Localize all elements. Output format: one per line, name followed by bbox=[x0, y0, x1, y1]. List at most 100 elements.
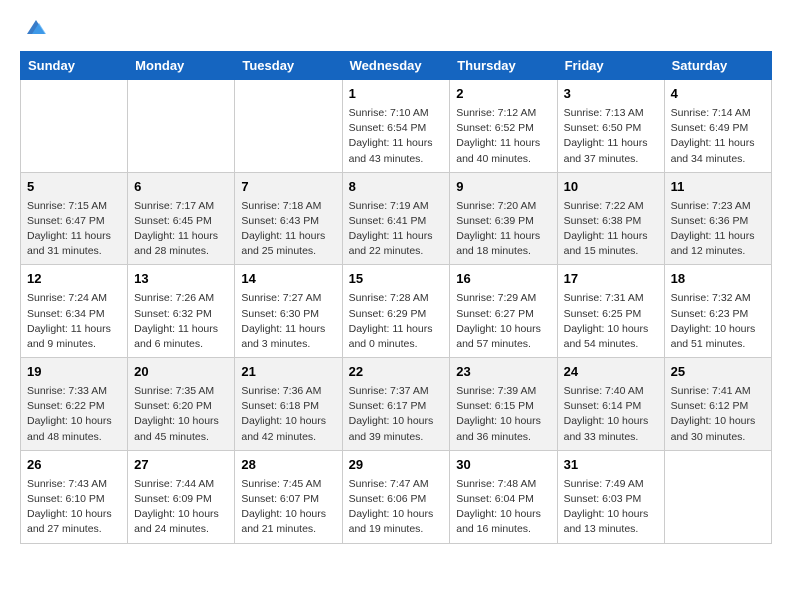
day-number: 28 bbox=[241, 456, 335, 475]
day-number: 27 bbox=[134, 456, 228, 475]
calendar-cell: 12 Sunrise: 7:24 AM Sunset: 6:34 PM Dayli… bbox=[21, 265, 128, 358]
calendar-cell: 15 Sunrise: 7:28 AM Sunset: 6:29 PM Dayli… bbox=[342, 265, 450, 358]
calendar-cell: 5 Sunrise: 7:15 AM Sunset: 6:47 PM Daylig… bbox=[21, 172, 128, 265]
day-info: Sunrise: 7:31 AM Sunset: 6:25 PM Dayligh… bbox=[564, 291, 658, 352]
calendar-cell bbox=[128, 80, 235, 173]
calendar-cell: 4 Sunrise: 7:14 AM Sunset: 6:49 PM Daylig… bbox=[664, 80, 771, 173]
day-number: 8 bbox=[349, 178, 444, 197]
day-number: 7 bbox=[241, 178, 335, 197]
day-info: Sunrise: 7:44 AM Sunset: 6:09 PM Dayligh… bbox=[134, 477, 228, 538]
calendar-table: SundayMondayTuesdayWednesdayThursdayFrid… bbox=[20, 51, 772, 544]
calendar-cell: 10 Sunrise: 7:22 AM Sunset: 6:38 PM Dayli… bbox=[557, 172, 664, 265]
day-header-wednesday: Wednesday bbox=[342, 52, 450, 80]
day-number: 23 bbox=[456, 363, 550, 382]
calendar-cell: 27 Sunrise: 7:44 AM Sunset: 6:09 PM Dayli… bbox=[128, 450, 235, 543]
day-info: Sunrise: 7:24 AM Sunset: 6:34 PM Dayligh… bbox=[27, 291, 121, 352]
logo bbox=[20, 16, 47, 41]
calendar-week-5: 26Sunrise: 7:43 AM Sunset: 6:10 PM Dayli… bbox=[21, 450, 772, 543]
day-info: Sunrise: 7:20 AM Sunset: 6:39 PM Dayligh… bbox=[456, 199, 550, 260]
calendar-cell: 16 Sunrise: 7:29 AM Sunset: 6:27 PM Dayli… bbox=[450, 265, 557, 358]
day-number: 21 bbox=[241, 363, 335, 382]
day-info: Sunrise: 7:33 AM Sunset: 6:22 PM Dayligh… bbox=[27, 384, 121, 445]
day-number: 30 bbox=[456, 456, 550, 475]
day-info: Sunrise: 7:41 AM Sunset: 6:12 PM Dayligh… bbox=[671, 384, 765, 445]
calendar-cell: 3Sunrise: 7:13 AM Sunset: 6:50 PM Daylig… bbox=[557, 80, 664, 173]
calendar-week-2: 5 Sunrise: 7:15 AM Sunset: 6:47 PM Daylig… bbox=[21, 172, 772, 265]
calendar-cell: 14Sunrise: 7:27 AM Sunset: 6:30 PM Dayli… bbox=[235, 265, 342, 358]
day-info: Sunrise: 7:48 AM Sunset: 6:04 PM Dayligh… bbox=[456, 477, 550, 538]
day-number: 16 bbox=[456, 270, 550, 289]
calendar-cell: 23 Sunrise: 7:39 AM Sunset: 6:15 PM Dayli… bbox=[450, 358, 557, 451]
day-number: 22 bbox=[349, 363, 444, 382]
day-number: 20 bbox=[134, 363, 228, 382]
day-number: 19 bbox=[27, 363, 121, 382]
day-info: Sunrise: 7:19 AM Sunset: 6:41 PM Dayligh… bbox=[349, 199, 444, 260]
day-header-sunday: Sunday bbox=[21, 52, 128, 80]
day-info: Sunrise: 7:40 AM Sunset: 6:14 PM Dayligh… bbox=[564, 384, 658, 445]
day-number: 25 bbox=[671, 363, 765, 382]
day-info: Sunrise: 7:28 AM Sunset: 6:29 PM Dayligh… bbox=[349, 291, 444, 352]
calendar-week-4: 19 Sunrise: 7:33 AM Sunset: 6:22 PM Dayli… bbox=[21, 358, 772, 451]
day-number: 17 bbox=[564, 270, 658, 289]
day-number: 31 bbox=[564, 456, 658, 475]
day-number: 11 bbox=[671, 178, 765, 197]
day-info: Sunrise: 7:37 AM Sunset: 6:17 PM Dayligh… bbox=[349, 384, 444, 445]
day-number: 12 bbox=[27, 270, 121, 289]
day-info: Sunrise: 7:29 AM Sunset: 6:27 PM Dayligh… bbox=[456, 291, 550, 352]
day-number: 15 bbox=[349, 270, 444, 289]
day-info: Sunrise: 7:13 AM Sunset: 6:50 PM Dayligh… bbox=[564, 106, 658, 167]
day-number: 10 bbox=[564, 178, 658, 197]
day-info: Sunrise: 7:18 AM Sunset: 6:43 PM Dayligh… bbox=[241, 199, 335, 260]
calendar-cell: 18Sunrise: 7:32 AM Sunset: 6:23 PM Dayli… bbox=[664, 265, 771, 358]
day-info: Sunrise: 7:15 AM Sunset: 6:47 PM Dayligh… bbox=[27, 199, 121, 260]
day-header-friday: Friday bbox=[557, 52, 664, 80]
calendar-cell: 7 Sunrise: 7:18 AM Sunset: 6:43 PM Daylig… bbox=[235, 172, 342, 265]
calendar-cell: 11Sunrise: 7:23 AM Sunset: 6:36 PM Dayli… bbox=[664, 172, 771, 265]
calendar-cell: 30 Sunrise: 7:48 AM Sunset: 6:04 PM Dayli… bbox=[450, 450, 557, 543]
day-info: Sunrise: 7:49 AM Sunset: 6:03 PM Dayligh… bbox=[564, 477, 658, 538]
day-number: 29 bbox=[349, 456, 444, 475]
calendar-cell: 25 Sunrise: 7:41 AM Sunset: 6:12 PM Dayli… bbox=[664, 358, 771, 451]
day-header-saturday: Saturday bbox=[664, 52, 771, 80]
day-header-thursday: Thursday bbox=[450, 52, 557, 80]
day-number: 24 bbox=[564, 363, 658, 382]
calendar-cell bbox=[664, 450, 771, 543]
day-number: 4 bbox=[671, 85, 765, 104]
calendar-cell: 24 Sunrise: 7:40 AM Sunset: 6:14 PM Dayli… bbox=[557, 358, 664, 451]
calendar-cell: 13Sunrise: 7:26 AM Sunset: 6:32 PM Dayli… bbox=[128, 265, 235, 358]
day-info: Sunrise: 7:10 AM Sunset: 6:54 PM Dayligh… bbox=[349, 106, 444, 167]
calendar-cell: 2Sunrise: 7:12 AM Sunset: 6:52 PM Daylig… bbox=[450, 80, 557, 173]
day-number: 5 bbox=[27, 178, 121, 197]
calendar-cell: 8 Sunrise: 7:19 AM Sunset: 6:41 PM Daylig… bbox=[342, 172, 450, 265]
logo-icon bbox=[25, 18, 47, 41]
day-number: 1 bbox=[349, 85, 444, 104]
calendar-cell: 6 Sunrise: 7:17 AM Sunset: 6:45 PM Daylig… bbox=[128, 172, 235, 265]
calendar-cell: 17 Sunrise: 7:31 AM Sunset: 6:25 PM Dayli… bbox=[557, 265, 664, 358]
day-info: Sunrise: 7:22 AM Sunset: 6:38 PM Dayligh… bbox=[564, 199, 658, 260]
calendar-cell: 20Sunrise: 7:35 AM Sunset: 6:20 PM Dayli… bbox=[128, 358, 235, 451]
day-info: Sunrise: 7:43 AM Sunset: 6:10 PM Dayligh… bbox=[27, 477, 121, 538]
calendar-cell: 31 Sunrise: 7:49 AM Sunset: 6:03 PM Dayli… bbox=[557, 450, 664, 543]
calendar-week-1: 1 Sunrise: 7:10 AM Sunset: 6:54 PM Daylig… bbox=[21, 80, 772, 173]
day-info: Sunrise: 7:14 AM Sunset: 6:49 PM Dayligh… bbox=[671, 106, 765, 167]
day-number: 6 bbox=[134, 178, 228, 197]
calendar-cell: 1 Sunrise: 7:10 AM Sunset: 6:54 PM Daylig… bbox=[342, 80, 450, 173]
page: SundayMondayTuesdayWednesdayThursdayFrid… bbox=[0, 0, 792, 564]
day-header-tuesday: Tuesday bbox=[235, 52, 342, 80]
day-number: 9 bbox=[456, 178, 550, 197]
calendar-week-3: 12 Sunrise: 7:24 AM Sunset: 6:34 PM Dayli… bbox=[21, 265, 772, 358]
calendar-cell: 21 Sunrise: 7:36 AM Sunset: 6:18 PM Dayli… bbox=[235, 358, 342, 451]
calendar-cell: 22 Sunrise: 7:37 AM Sunset: 6:17 PM Dayli… bbox=[342, 358, 450, 451]
calendar-header-row: SundayMondayTuesdayWednesdayThursdayFrid… bbox=[21, 52, 772, 80]
calendar-cell: 28 Sunrise: 7:45 AM Sunset: 6:07 PM Dayli… bbox=[235, 450, 342, 543]
day-info: Sunrise: 7:45 AM Sunset: 6:07 PM Dayligh… bbox=[241, 477, 335, 538]
day-info: Sunrise: 7:39 AM Sunset: 6:15 PM Dayligh… bbox=[456, 384, 550, 445]
day-header-monday: Monday bbox=[128, 52, 235, 80]
day-info: Sunrise: 7:36 AM Sunset: 6:18 PM Dayligh… bbox=[241, 384, 335, 445]
day-number: 13 bbox=[134, 270, 228, 289]
day-info: Sunrise: 7:17 AM Sunset: 6:45 PM Dayligh… bbox=[134, 199, 228, 260]
calendar-cell bbox=[235, 80, 342, 173]
day-number: 14 bbox=[241, 270, 335, 289]
day-info: Sunrise: 7:12 AM Sunset: 6:52 PM Dayligh… bbox=[456, 106, 550, 167]
calendar-cell: 29Sunrise: 7:47 AM Sunset: 6:06 PM Dayli… bbox=[342, 450, 450, 543]
